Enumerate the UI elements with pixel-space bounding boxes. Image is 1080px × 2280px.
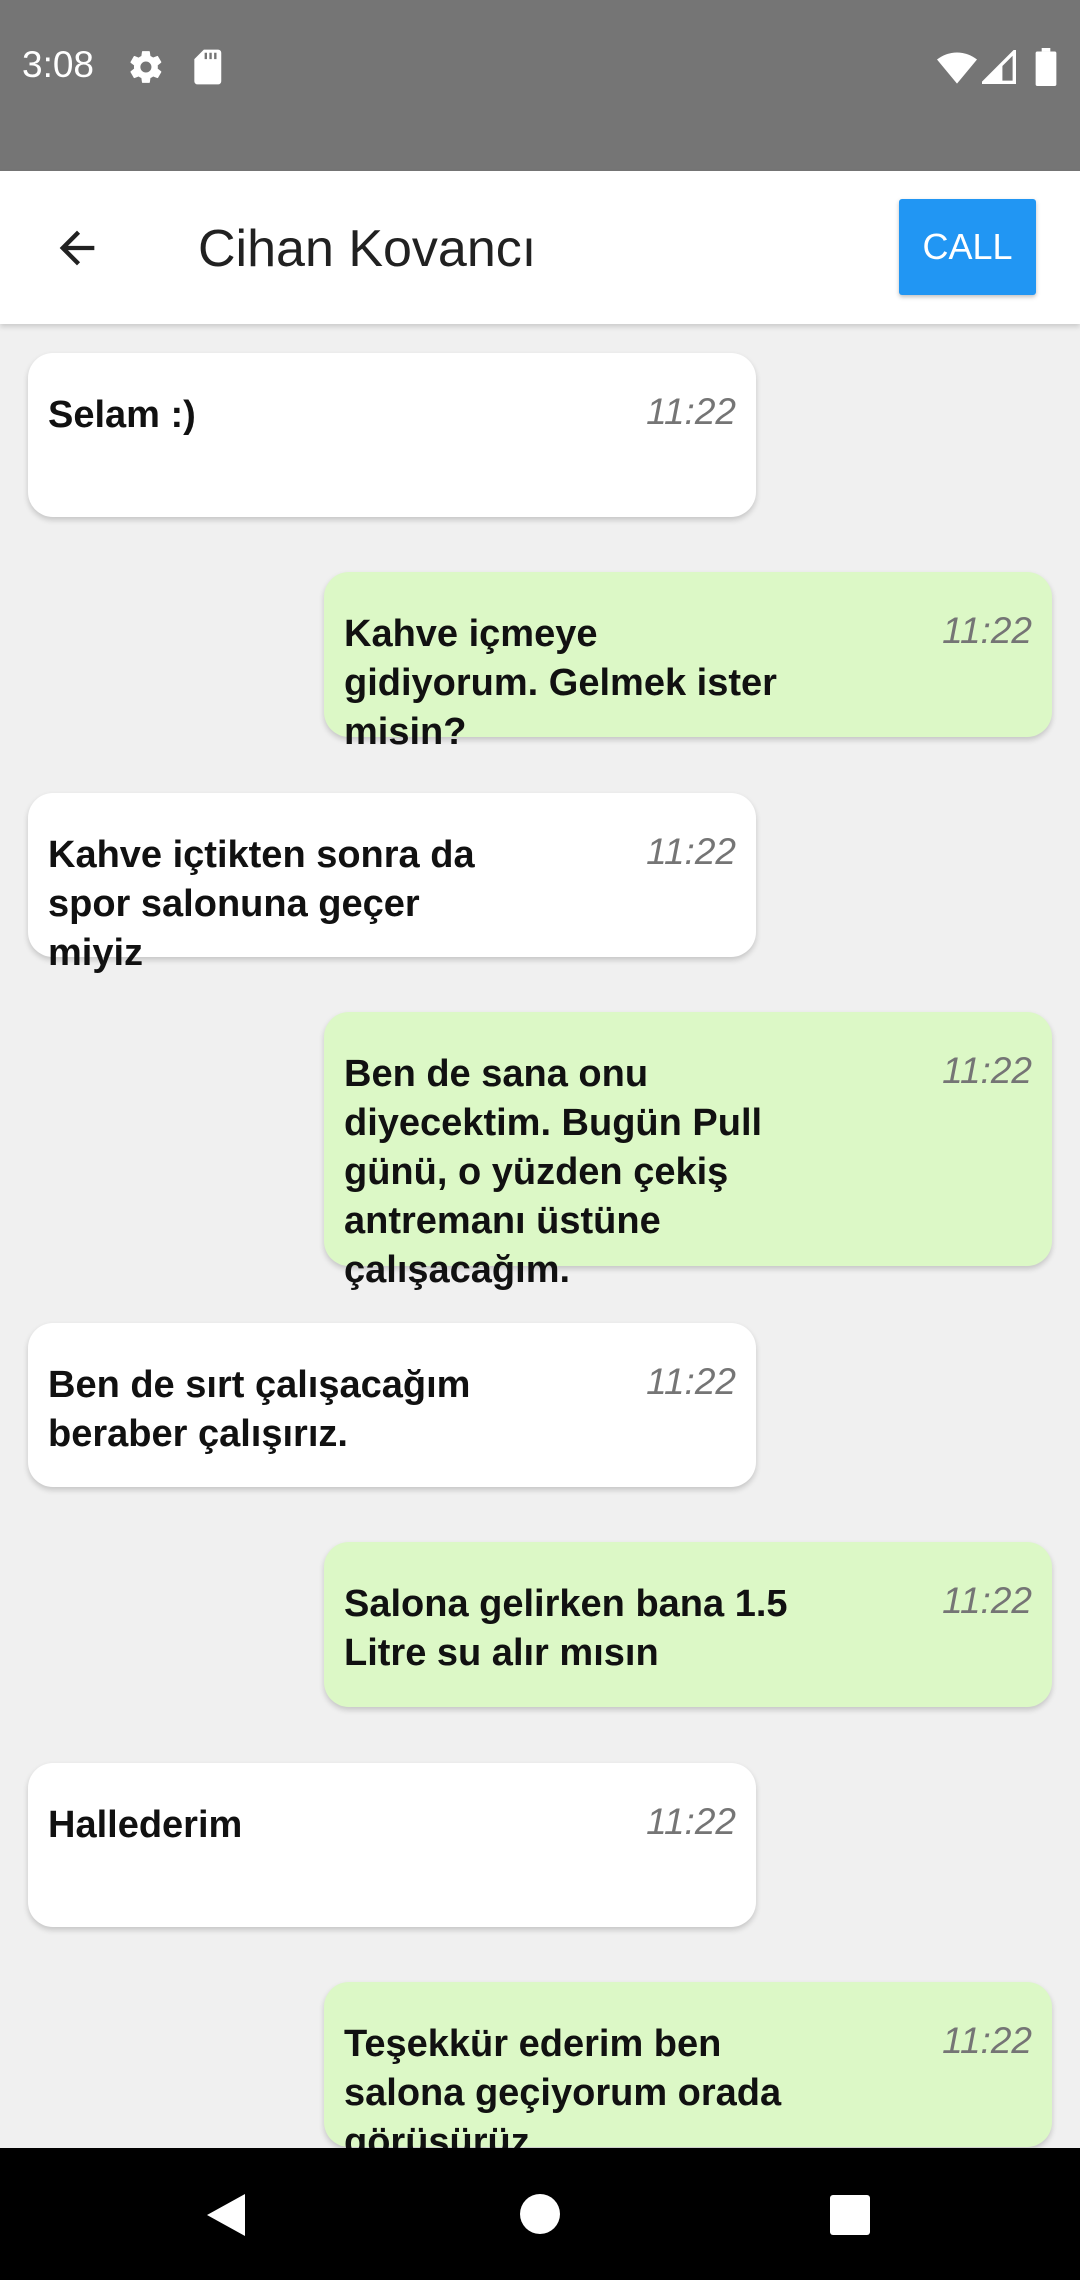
message-time: 11:22	[646, 391, 736, 432]
message-time: 11:22	[942, 1580, 1032, 1621]
message-outgoing[interactable]: Salona gelirken bana 1.5 Litre su alır m…	[324, 1542, 1052, 1707]
message-outgoing[interactable]: Ben de sana onu diyecektim. Bugün Pull g…	[324, 1012, 1052, 1291]
message-incoming[interactable]: Hallederim 11:22	[28, 1763, 756, 1927]
message-list[interactable]: Selam :) 11:22 Kahve içmeye gidiyorum. G…	[0, 324, 1080, 2148]
message-text: Ben de sana onu diyecektim. Bugün Pull g…	[344, 1053, 763, 1291]
navigation-bar	[0, 2148, 1080, 2280]
message-incoming[interactable]: Selam :) 11:22	[28, 353, 756, 517]
message-outgoing[interactable]: Kahve içmeye gidiyorum. Gelmek ister mis…	[324, 572, 1052, 753]
status-time: 3:08	[22, 44, 95, 85]
recents-square-icon[interactable]	[829, 2194, 871, 2241]
message-time: 11:22	[646, 1361, 736, 1402]
message-incoming[interactable]: Kahve içtikten sonra da spor salonuna ge…	[28, 793, 756, 974]
battery-icon	[1035, 48, 1057, 91]
message-text: Hallederim	[48, 1804, 243, 1846]
message-time: 11:22	[646, 831, 736, 872]
gear-icon	[127, 48, 165, 91]
message-outgoing[interactable]: Teşekkür ederim ben salona geçiyorum ora…	[324, 1982, 1052, 2148]
contact-name: Cihan Kovancı	[198, 220, 537, 278]
message-time: 11:22	[646, 1801, 736, 1842]
message-time: 11:22	[942, 1050, 1032, 1091]
app-bar: Cihan Kovancı CALL	[0, 171, 1080, 324]
message-text: Teşekkür ederim ben salona geçiyorum ora…	[344, 2023, 782, 2148]
status-bar: 3:08	[0, 0, 1080, 171]
message-text: Selam :)	[48, 394, 196, 436]
wifi-icon	[937, 50, 977, 89]
arrow-left-icon	[59, 230, 95, 266]
message-text: Kahve içmeye gidiyorum. Gelmek ister mis…	[344, 613, 777, 753]
message-time: 11:22	[942, 2020, 1032, 2061]
message-text: Salona gelirken bana 1.5 Litre su alır m…	[344, 1583, 788, 1674]
back-triangle-icon[interactable]	[203, 2192, 247, 2243]
message-text: Ben de sırt çalışacağım beraber çalışırı…	[48, 1364, 471, 1455]
message-time: 11:22	[942, 610, 1032, 651]
message-text: Kahve içtikten sonra da spor salonuna ge…	[48, 834, 475, 974]
home-circle-icon[interactable]	[519, 2193, 561, 2240]
sd-card-icon	[190, 48, 224, 91]
call-button[interactable]: CALL	[899, 199, 1036, 295]
message-incoming[interactable]: Ben de sırt çalışacağım beraber çalışırı…	[28, 1323, 756, 1487]
back-button[interactable]	[40, 211, 114, 285]
signal-icon	[979, 47, 1016, 89]
